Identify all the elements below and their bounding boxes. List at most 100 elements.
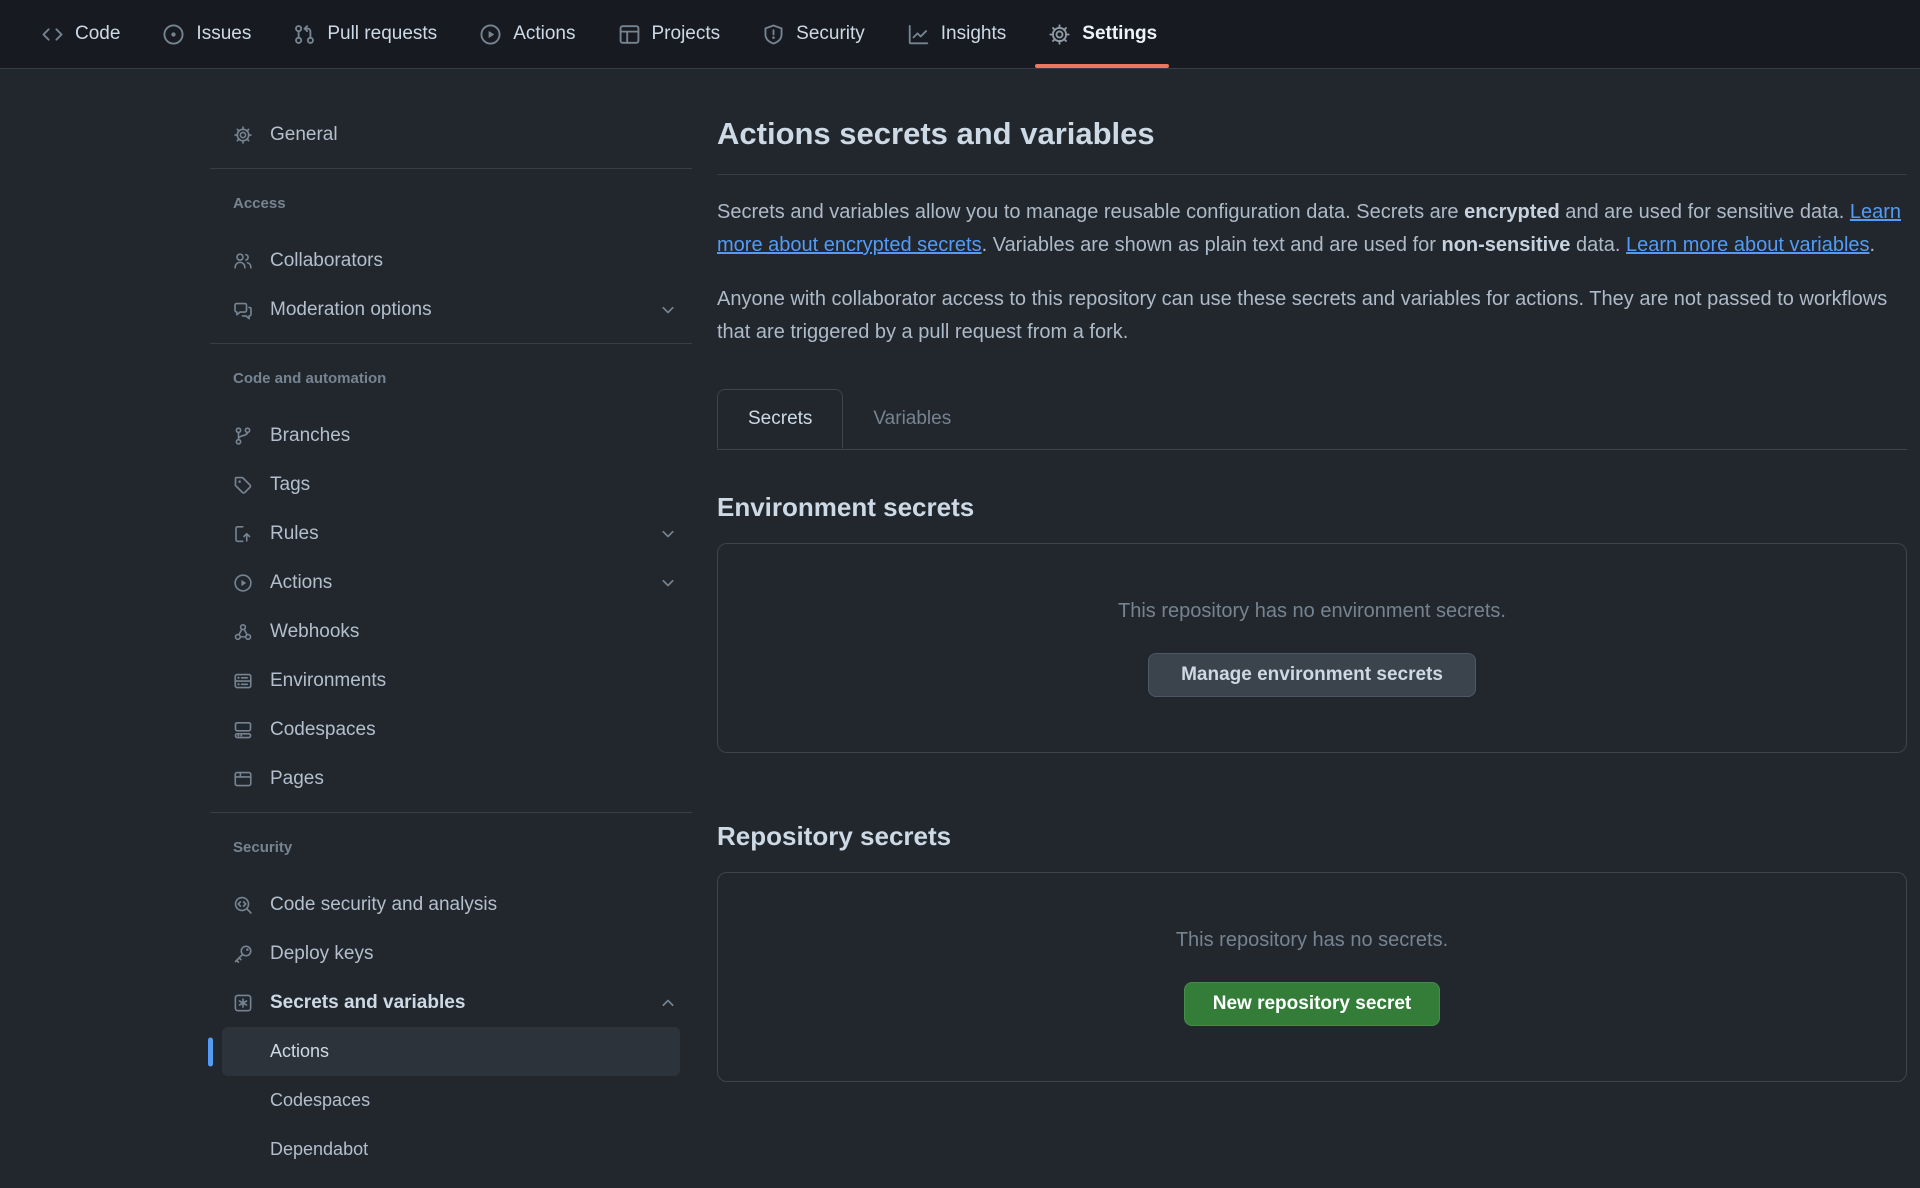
codespaces-icon (233, 720, 253, 740)
intro-paragraph: Secrets and variables allow you to manag… (717, 196, 1907, 262)
text: data. (1570, 234, 1626, 256)
browser-icon (233, 769, 253, 789)
sidebar-item-label: General (270, 124, 338, 146)
nav-tab-issues[interactable]: Issues (162, 0, 251, 68)
nav-tab-label: Actions (513, 23, 575, 45)
people-icon (233, 251, 253, 271)
nav-tab-security[interactable]: Security (762, 0, 865, 68)
sidebar-subitem-actions[interactable]: Actions (222, 1027, 680, 1076)
sidebar-item-environments[interactable]: Environments (210, 656, 692, 705)
nav-tab-label: Issues (196, 23, 251, 45)
code-scan-icon (233, 895, 253, 915)
text: . Variables are shown as plain text and … (982, 234, 1442, 256)
sidebar-item-codespaces[interactable]: Codespaces (210, 705, 692, 754)
tab-secrets[interactable]: Secrets (717, 389, 843, 449)
sidebar-item-label: Dependabot (270, 1139, 368, 1160)
shield-icon (762, 23, 785, 46)
sidebar-item-pages[interactable]: Pages (210, 754, 692, 803)
sidebar-item-actions[interactable]: Actions (210, 558, 692, 607)
sidebar-item-label: Actions (270, 1041, 329, 1062)
sidebar-item-deploy-keys[interactable]: Deploy keys (210, 929, 692, 978)
nav-tab-insights[interactable]: Insights (907, 0, 1006, 68)
sidebar-divider (210, 812, 692, 813)
play-icon (479, 23, 502, 46)
sidebar-item-moderation-options[interactable]: Moderation options (210, 285, 692, 334)
issue-opened-icon (162, 23, 185, 46)
sidebar-divider (210, 168, 692, 169)
repository-secrets-heading: Repository secrets (717, 821, 1907, 852)
nav-tab-settings[interactable]: Settings (1048, 0, 1157, 68)
sidebar-item-label: Secrets and variables (270, 992, 465, 1014)
settings-content: Actions secrets and variables Secrets an… (717, 69, 1907, 1082)
nav-tab-label: Pull requests (327, 23, 437, 45)
tab-variables[interactable]: Variables (843, 389, 981, 449)
nav-tab-pull-requests[interactable]: Pull requests (293, 0, 437, 68)
text: . (1870, 234, 1876, 256)
key-icon (233, 944, 253, 964)
sidebar-item-label: Pages (270, 768, 324, 790)
chevron-up-icon (658, 993, 678, 1013)
environment-secrets-heading: Environment secrets (717, 492, 1907, 523)
git-pull-request-icon (293, 23, 316, 46)
graph-icon (907, 23, 930, 46)
active-item-indicator (208, 1037, 213, 1066)
nav-tab-label: Insights (941, 23, 1006, 45)
sidebar-item-webhooks[interactable]: Webhooks (210, 607, 692, 656)
chevron-down-icon (658, 300, 678, 320)
sidebar-item-tags[interactable]: Tags (210, 460, 692, 509)
gear-icon (1048, 23, 1071, 46)
sidebar-section-access: Access (210, 189, 692, 217)
secrets-variables-tabnav: Secrets Variables (717, 389, 1907, 450)
note-paragraph: Anyone with collaborator access to this … (717, 283, 1907, 349)
comment-discussion-icon (233, 300, 253, 320)
nav-tab-label: Settings (1082, 23, 1157, 45)
text: Secrets and variables allow you to manag… (717, 201, 1464, 223)
sidebar-item-label: Collaborators (270, 250, 383, 272)
sidebar-item-label: Rules (270, 523, 319, 545)
nav-tab-label: Projects (652, 23, 721, 45)
chevron-down-icon (658, 573, 678, 593)
nav-tab-label: Security (796, 23, 865, 45)
manage-environment-secrets-button[interactable]: Manage environment secrets (1148, 653, 1476, 697)
bold-text: encrypted (1464, 201, 1560, 223)
table-icon (618, 23, 641, 46)
repository-secrets-empty-box: This repository has no secrets. New repo… (717, 872, 1907, 1082)
environment-secrets-empty-box: This repository has no environment secre… (717, 543, 1907, 753)
sidebar-item-code-security-and-analysis[interactable]: Code security and analysis (210, 880, 692, 929)
nav-tab-code[interactable]: Code (41, 0, 120, 68)
sidebar-subitem-dependabot[interactable]: Dependabot (222, 1125, 680, 1174)
code-icon (41, 23, 64, 46)
play-icon (233, 573, 253, 593)
title-divider (717, 174, 1907, 175)
repository-secrets-empty-text: This repository has no secrets. (1176, 929, 1448, 952)
rules-icon (233, 524, 253, 544)
new-repository-secret-button[interactable]: New repository secret (1184, 982, 1441, 1026)
active-tab-underline (1035, 64, 1169, 68)
bold-text: non-sensitive (1442, 234, 1571, 256)
gear-icon (233, 125, 253, 145)
sidebar-item-label: Deploy keys (270, 943, 374, 965)
settings-sidebar: General Access Collaborators Moderation … (210, 69, 692, 1174)
sidebar-divider (210, 343, 692, 344)
environment-secrets-empty-text: This repository has no environment secre… (1118, 600, 1506, 623)
repo-nav: Code Issues Pull requests Actions Projec… (0, 0, 1920, 69)
sidebar-item-label: Codespaces (270, 719, 376, 741)
sidebar-item-label: Environments (270, 670, 386, 692)
sidebar-item-rules[interactable]: Rules (210, 509, 692, 558)
asterisk-box-icon (233, 993, 253, 1013)
page-title: Actions secrets and variables (717, 112, 1907, 155)
sidebar-item-general[interactable]: General (210, 110, 692, 159)
sidebar-item-label: Actions (270, 572, 332, 594)
sidebar-item-branches[interactable]: Branches (210, 411, 692, 460)
sidebar-item-label: Branches (270, 425, 350, 447)
sidebar-subitem-codespaces[interactable]: Codespaces (222, 1076, 680, 1125)
nav-tab-actions[interactable]: Actions (479, 0, 575, 68)
learn-more-link[interactable]: Learn more about variables (1626, 234, 1869, 256)
sidebar-item-collaborators[interactable]: Collaborators (210, 236, 692, 285)
sidebar-item-secrets-and-variables[interactable]: Secrets and variables (210, 978, 692, 1027)
tag-icon (233, 475, 253, 495)
nav-tab-projects[interactable]: Projects (618, 0, 721, 68)
sidebar-section-code-and-automation: Code and automation (210, 364, 692, 392)
git-branch-icon (233, 426, 253, 446)
environments-icon (233, 671, 253, 691)
